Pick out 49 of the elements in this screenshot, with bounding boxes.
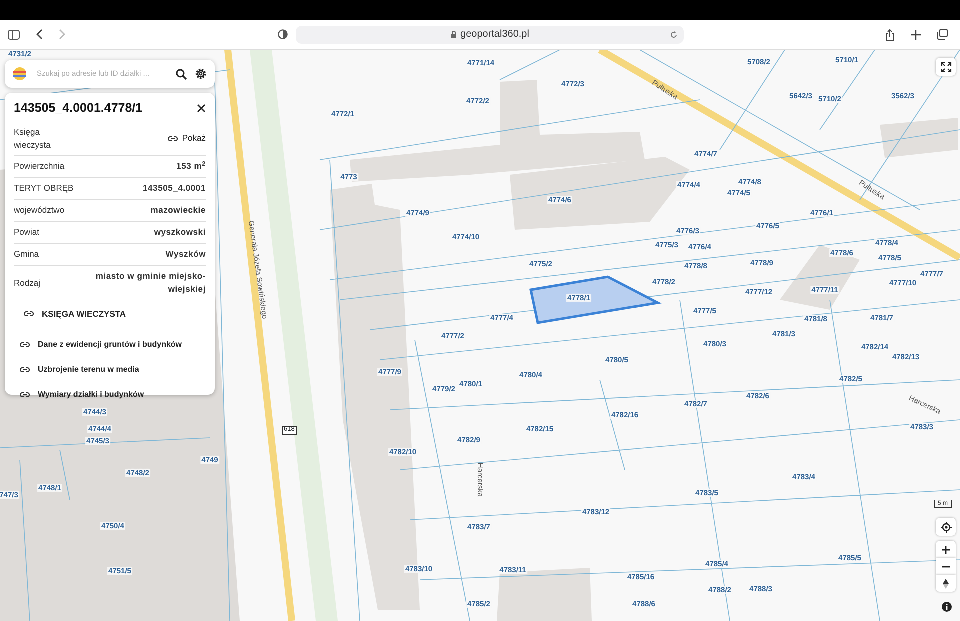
field-value: 143505_4.0001 xyxy=(143,182,206,196)
reload-icon[interactable] xyxy=(670,30,678,38)
back-icon[interactable] xyxy=(36,29,43,40)
field-label: Księga wieczysta xyxy=(14,126,52,152)
search-icon[interactable] xyxy=(176,68,187,80)
field-label: Powierzchnia xyxy=(14,160,65,174)
plus-icon xyxy=(942,546,950,554)
parcel-title: 143505_4.0001.4778/1 xyxy=(14,100,143,117)
fullscreen-icon xyxy=(940,62,952,72)
field-label: Powiat xyxy=(14,226,40,240)
show-link[interactable]: Pokaż xyxy=(168,132,206,145)
zoom-in-button[interactable] xyxy=(936,541,956,558)
field-label: Rodzaj xyxy=(14,276,40,290)
info-link[interactable]: Wymiary działki i budynków xyxy=(20,388,144,400)
settings-icon[interactable] xyxy=(195,68,207,80)
url-text: geoportal360.pl xyxy=(460,28,530,42)
sidebar-icon[interactable] xyxy=(8,30,20,40)
locate-icon xyxy=(940,522,952,532)
zoom-out-button[interactable] xyxy=(936,558,956,575)
field-value: 153 m$^{2}$ xyxy=(176,160,206,174)
link-icon xyxy=(20,342,30,348)
link-icon xyxy=(20,392,30,398)
tabs-icon[interactable] xyxy=(937,29,948,40)
lock-icon xyxy=(450,30,457,38)
address-bar[interactable]: geoportal360.pl xyxy=(296,26,684,44)
field-value: wyszkowski xyxy=(154,226,206,240)
fullscreen-button[interactable] xyxy=(936,58,956,76)
field-value: Wyszków xyxy=(166,248,206,262)
info-icon[interactable] xyxy=(942,602,952,612)
field-label: Gmina xyxy=(14,248,40,262)
field-label: TERYT OBRĘB xyxy=(14,182,74,196)
locate-button[interactable] xyxy=(936,518,956,536)
land-register-link[interactable]: KSIĘGA WIECZYSTA xyxy=(24,308,126,320)
minus-icon xyxy=(942,566,950,568)
info-link[interactable]: Uzbrojenie terenu w media xyxy=(20,364,140,376)
shield-icon[interactable] xyxy=(278,29,288,40)
field-label: województwo xyxy=(14,204,65,218)
logo-icon xyxy=(13,67,27,81)
plus-icon[interactable] xyxy=(911,30,921,40)
close-button[interactable] xyxy=(197,104,206,113)
compass-icon xyxy=(943,578,949,588)
compass-button[interactable] xyxy=(936,575,956,592)
share-icon[interactable] xyxy=(885,28,895,40)
link-icon xyxy=(168,136,178,142)
link-icon xyxy=(20,366,30,372)
info-link[interactable]: Dane z ewidencji gruntów i budynków xyxy=(20,338,182,350)
field-value: miasto w gminie miejsko-wiejskiej xyxy=(94,270,206,296)
link-icon xyxy=(24,311,34,318)
field-value: mazowieckie xyxy=(150,204,206,218)
